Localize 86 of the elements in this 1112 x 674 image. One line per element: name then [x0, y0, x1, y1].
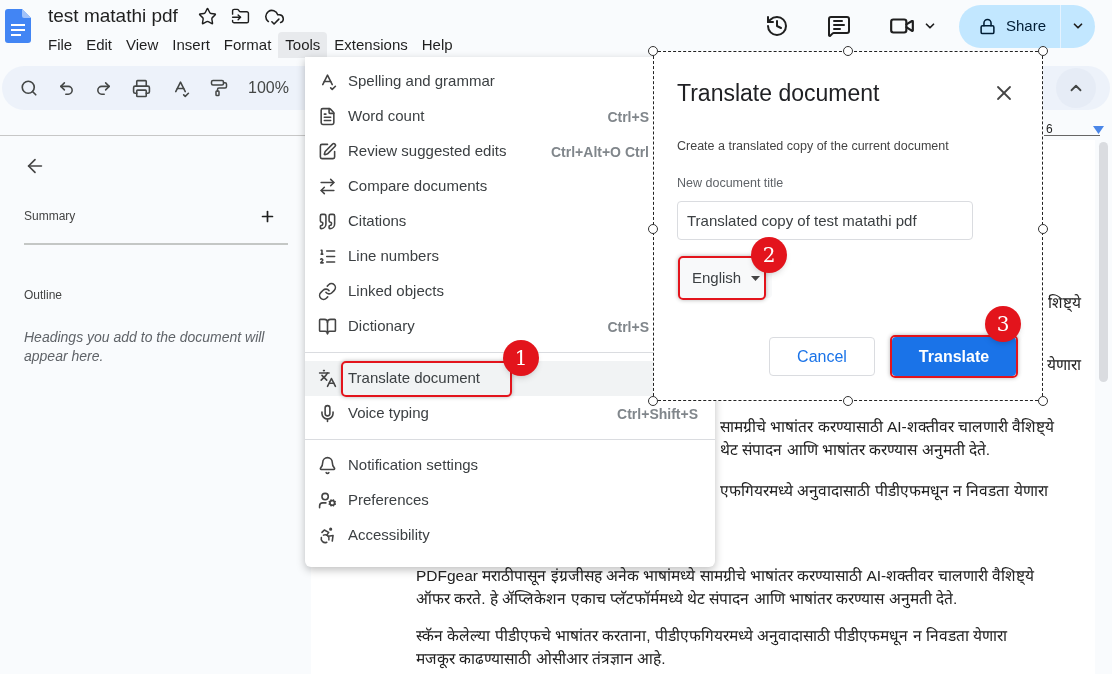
document-text-line: थेट संपादन आणि भाषांतर करण्यास अनुमती देते. [719, 440, 992, 461]
resize-handle[interactable] [843, 396, 853, 406]
menu-item[interactable]: Preferences [305, 483, 715, 518]
document-text-line: सामग्रीचे भाषांतर करण्यासाठी AI-शक्तीवर चालणारी वैशिष्ट्ये [719, 417, 1056, 438]
document-text-line: PDFgear मराठीपासून इंग्रजीसह अनेक भाषांमध्ये सामग्रीचे भाषांतर करण्यासाठी AI-शक्तीवर चालणारी वैशिष्ट्ये [416, 566, 1035, 587]
document-text-line: ऑफर करते. हे ॲप्लिकेशन एकाच प्लॅटफॉर्ममध्ये थेट संपादन आणि भाषांतर करण्यास अनुमती देते. [416, 589, 959, 610]
annotation-badge: 2 [751, 237, 787, 273]
translate-icon [318, 369, 337, 388]
document-icon [318, 107, 337, 126]
document-title[interactable]: test matathi pdf [48, 1, 178, 31]
link-icon [318, 282, 337, 301]
lock-icon [978, 17, 996, 35]
menu-bar-item[interactable]: Insert [165, 32, 217, 58]
menu-bar-item[interactable]: Extensions [327, 32, 415, 58]
history-icon[interactable] [764, 14, 789, 38]
summary-label: Summary [24, 208, 76, 225]
redo-icon[interactable] [95, 79, 112, 97]
menu-bar-item[interactable]: Format [216, 32, 279, 58]
print-icon[interactable] [132, 78, 151, 98]
resize-handle[interactable] [648, 396, 658, 406]
document-logo-icon[interactable] [5, 9, 31, 43]
comment-icon[interactable] [826, 14, 851, 38]
shortcut-label: Ctrl+Shift+S [617, 406, 698, 421]
microphone-icon [318, 404, 337, 423]
menu-bar-item[interactable]: Help [414, 32, 460, 58]
quote-icon [318, 212, 337, 231]
menu-item-label: Linked objects [348, 281, 444, 302]
menu-item-label: Notification settings [348, 455, 479, 476]
ruler-label: 6 [1046, 123, 1053, 135]
scrollbar-thumb[interactable] [1099, 142, 1108, 382]
menu-item-label: Dictionary [348, 316, 415, 337]
outline-hint: Headings you add to the document will appear here. [24, 328, 266, 366]
shortcut-label: Ctrl+S [607, 319, 649, 334]
document-text-line: मजकूर काढण्यासाठी ओसीआर तंत्रज्ञान आहे. [416, 649, 667, 670]
menu-bar-item[interactable]: Tools [278, 32, 328, 58]
document-title-input[interactable]: Translated copy of test matathi pdf [677, 201, 973, 240]
dialog-title: Translate document [677, 79, 880, 108]
menu-item[interactable]: Notification settings [305, 448, 715, 483]
accessibility-icon [318, 526, 337, 545]
document-text-line: शिष्ट्ये [1048, 293, 1082, 314]
outline-label: Outline [24, 287, 64, 304]
document-text-line: स्कॅन केलेल्या पीडीएफचे भाषांतर करताना, पीडीएफगियरमध्ये अनुवादासाठी पीडीएफमधून न निवडता येणारा [416, 626, 1009, 647]
menu-item[interactable]: Accessibility [305, 518, 715, 553]
menu-item-label: Preferences [348, 490, 429, 511]
dialog-description: Create a translated copy of the current document [677, 137, 950, 155]
paint-format-icon[interactable] [210, 79, 228, 97]
annotation-badge: 3 [985, 306, 1021, 342]
field-label: New document title [677, 175, 785, 193]
menu-item-label: Accessibility [348, 525, 430, 546]
menu-item-label: Translate document [348, 368, 480, 389]
menu-bar-item[interactable]: File [41, 32, 80, 58]
user-gear-icon [318, 491, 337, 510]
book-icon [318, 317, 337, 336]
share-button[interactable]: Share [958, 4, 1060, 48]
pen-icon [318, 142, 337, 161]
menu-item-label: Review suggested edits [348, 141, 507, 162]
undo-icon[interactable] [58, 79, 75, 97]
shortcut-label: Ctrl+S [607, 109, 649, 124]
resize-handle[interactable] [648, 46, 658, 56]
menu-item-label: Line numbers [348, 246, 439, 267]
menu-item[interactable]: Voice typing Ctrl+Shift+S [305, 396, 715, 431]
resize-handle[interactable] [1038, 224, 1048, 234]
search-icon[interactable] [20, 79, 38, 97]
menu-item-label: Compare documents [348, 176, 488, 197]
menu-item-label: Citations [348, 211, 407, 232]
star-icon[interactable] [197, 6, 217, 26]
caret-icon [751, 275, 761, 281]
menu-item-label: Word count [348, 106, 425, 127]
numbered-list-icon [318, 247, 337, 266]
folder-icon[interactable] [230, 6, 250, 26]
document-text-line: येणारा [1047, 355, 1083, 375]
menu-item-label: Voice typing [348, 403, 429, 424]
resize-handle[interactable] [1038, 46, 1048, 56]
annotation-badge: 1 [503, 340, 539, 376]
resize-handle[interactable] [648, 224, 658, 234]
menu-bar-item[interactable]: Edit [79, 32, 120, 58]
indent-marker-icon[interactable] [1093, 126, 1104, 134]
translate-button[interactable]: Translate [892, 337, 1016, 376]
shortcut-label: Ctrl+Alt+O Ctrl [551, 144, 649, 159]
arrows-icon [318, 177, 337, 196]
resize-handle[interactable] [1038, 396, 1048, 406]
menu-item-label: Spelling and grammar [348, 71, 495, 92]
resize-handle[interactable] [843, 46, 853, 56]
bell-icon [318, 456, 337, 475]
cancel-button[interactable]: Cancel [769, 337, 875, 376]
menu-bar-item[interactable]: View [119, 32, 166, 58]
